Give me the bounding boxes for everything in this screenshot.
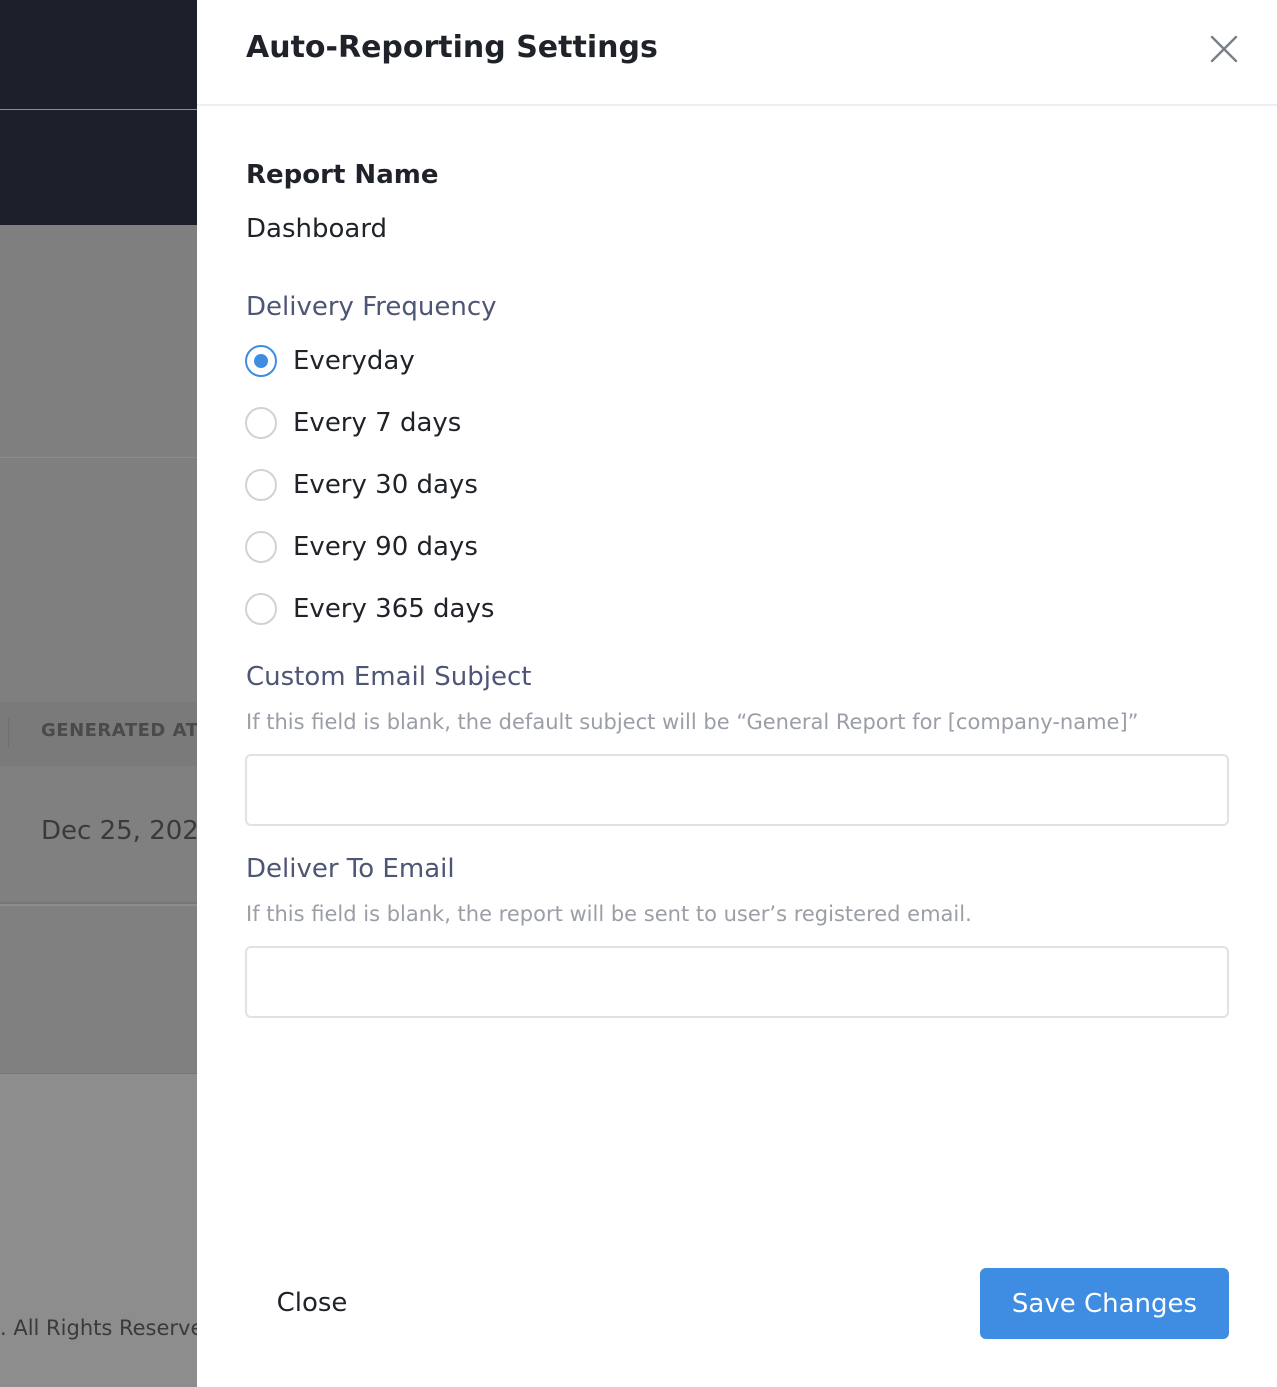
report-name-label: Report Name [246,160,439,190]
background-panel [0,906,197,1074]
drawer-header: Auto-Reporting Settings [197,0,1277,106]
row-date: Dec 25, 202 [41,816,197,846]
radio-button[interactable] [245,345,277,377]
radio-label: Every 90 days [293,532,478,562]
background-page: GENERATED AT Dec 25, 202 . All Rights Re… [0,0,197,1387]
close-icon[interactable] [1209,34,1239,64]
radio-label: Every 7 days [293,408,462,438]
background-panel [0,458,197,702]
radio-label: Every 30 days [293,470,478,500]
radio-button[interactable] [245,469,277,501]
close-button[interactable]: Close [257,1268,367,1338]
custom-email-subject-input[interactable] [245,754,1229,826]
radio-button[interactable] [245,407,277,439]
column-header-generated-at: GENERATED AT [41,720,197,741]
background-panel [0,225,197,457]
radio-button[interactable] [245,531,277,563]
save-changes-button[interactable]: Save Changes [980,1268,1229,1339]
radio-option-every-90-days[interactable]: Every 90 days [245,530,478,564]
deliver-to-email-label: Deliver To Email [246,854,455,884]
radio-option-everyday[interactable]: Everyday [245,344,415,378]
custom-email-subject-label: Custom Email Subject [246,662,532,692]
column-divider [8,718,9,748]
custom-email-subject-hint: If this field is blank, the default subj… [246,710,1139,734]
radio-option-every-365-days[interactable]: Every 365 days [245,592,494,626]
deliver-to-email-input[interactable] [245,946,1229,1018]
radio-label: Every 365 days [293,594,495,624]
delivery-frequency-label: Delivery Frequency [246,292,497,322]
radio-button[interactable] [245,593,277,625]
drawer-title: Auto-Reporting Settings [246,30,658,65]
auto-reporting-drawer: Auto-Reporting Settings Report Name Dash… [197,0,1277,1387]
radio-label: Everyday [293,346,415,376]
background-subbar [0,110,197,225]
footer-copyright: . All Rights Reserve [0,1316,197,1340]
deliver-to-email-hint: If this field is blank, the report will … [246,902,972,926]
background-topbar [0,0,197,109]
radio-option-every-30-days[interactable]: Every 30 days [245,468,478,502]
radio-option-every-7-days[interactable]: Every 7 days [245,406,461,440]
report-name-value: Dashboard [246,214,388,244]
